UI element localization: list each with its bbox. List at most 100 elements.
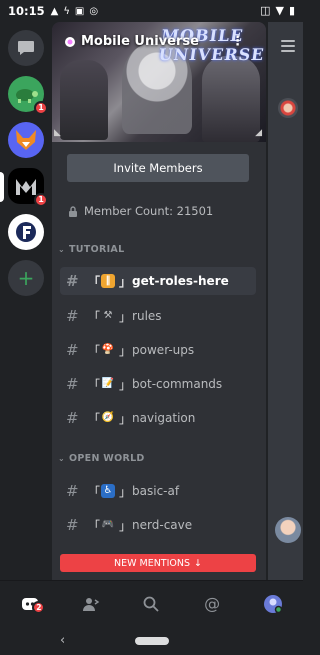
bracket-close: 」 [119, 343, 132, 358]
category-label: OPEN WORLD [69, 453, 145, 464]
hash-icon: # [66, 516, 79, 534]
server-badge: 1 [34, 101, 48, 115]
server-menu-icon[interactable]: ⋮ [231, 34, 244, 49]
bracket-open: 「 [88, 411, 101, 426]
channel-nerd-cave[interactable]: # 「 🎮 」 nerd-cave [60, 511, 256, 539]
hash-icon: # [66, 307, 79, 325]
selected-server-pill [0, 172, 4, 202]
channel-panel: MOBILE UNIVERSE Mobile Universe ⋮ ◣ ◢ In… [52, 22, 266, 580]
bottom-navigation: 2 @ [0, 580, 303, 626]
lock-icon [69, 205, 77, 217]
channel-name: get-roles-here [132, 274, 229, 288]
channel-name: rules [132, 309, 162, 323]
nav-mentions[interactable]: @ [182, 581, 243, 626]
discord-app: 10:15 ▲ ϟ ▣ ◎ ◫ ▼ ▮ 1 1 + MOBILE UNIVERS… [0, 0, 303, 655]
bracket-close: 」 [119, 309, 132, 324]
hammer-emoji-icon: ⚒ [103, 310, 113, 321]
back-icon[interactable]: ‹ [60, 633, 65, 648]
category-tutorial[interactable]: ⌄ TUTORIAL [58, 244, 124, 255]
direct-messages-button[interactable] [8, 30, 44, 66]
member-count-text: Member Count: 21501 [84, 204, 214, 218]
pause-emoji-icon: ‖ [101, 274, 116, 288]
wheelchair-emoji-icon: ♿ [101, 484, 116, 498]
wifi-icon: ▼ [275, 4, 284, 17]
bracket-close: 」 [119, 274, 132, 289]
gamepad-emoji-icon: 🎮 [101, 519, 115, 530]
hash-icon: # [66, 409, 79, 427]
banner-corner-left: ◣ [54, 128, 61, 138]
compass-emoji-icon: 🧭 [101, 412, 115, 423]
bracket-open: 「 [88, 274, 101, 289]
status-right-icons: ◫ ▼ ▮ [260, 4, 295, 17]
channel-navigation[interactable]: # 「 🧭 」 navigation [60, 404, 256, 432]
server-f[interactable] [8, 214, 44, 250]
banner-figure-right [202, 56, 260, 142]
server-fox[interactable] [8, 122, 44, 158]
channel-name: navigation [132, 411, 196, 425]
bracket-close: 」 [119, 518, 132, 533]
vibrate-icon: ◫ [260, 4, 271, 17]
bracket-open: 「 [88, 309, 101, 324]
hash-icon: # [66, 482, 79, 500]
add-server-button[interactable]: + [8, 260, 44, 296]
fox-icon [16, 130, 36, 150]
server-rail: 1 1 + [0, 22, 52, 580]
at-icon: @ [204, 594, 221, 613]
channel-name: bot-commands [132, 377, 223, 391]
status-time: 10:15 [8, 4, 45, 18]
bracket-open: 「 [88, 484, 101, 499]
chat-icon [18, 41, 34, 55]
sync-icon: ◎ [89, 5, 99, 17]
server-mobile-universe[interactable]: 1 [8, 168, 48, 207]
server-badge: 1 [34, 193, 48, 207]
status-bar: 10:15 ▲ ϟ ▣ ◎ ◫ ▼ ▮ [0, 0, 303, 22]
category-open-world[interactable]: ⌄ OPEN WORLD [58, 453, 145, 464]
turtle-icon [16, 89, 38, 103]
bracket-open: 「 [88, 343, 101, 358]
home-badge: 2 [32, 601, 46, 614]
hash-icon: # [66, 272, 79, 290]
message-avatar[interactable] [275, 517, 301, 543]
channel-name: nerd-cave [132, 518, 193, 532]
new-mentions-button[interactable]: NEW MENTIONS ↓ [60, 554, 256, 572]
banner-figure-left [60, 60, 108, 140]
search-icon [144, 596, 160, 612]
hash-icon: # [66, 375, 79, 393]
bracket-close: 」 [119, 484, 132, 499]
friends-icon [82, 597, 100, 611]
chat-area-edge [268, 22, 303, 580]
server-turtle[interactable]: 1 [8, 76, 48, 115]
bracket-close: 」 [119, 377, 132, 392]
member-count: Member Count: 21501 [68, 204, 213, 218]
memo-emoji-icon: 📝 [101, 378, 115, 389]
banner-corner-right: ◢ [255, 128, 262, 138]
server-banner[interactable]: MOBILE UNIVERSE Mobile Universe ⋮ ◣ ◢ [52, 22, 266, 142]
channel-power-ups[interactable]: # 「 🍄 」 power-ups [60, 336, 256, 364]
new-mentions-label: NEW MENTIONS [113, 557, 191, 569]
home-gesture-pill[interactable] [135, 637, 169, 645]
message-avatar[interactable] [278, 98, 298, 118]
category-label: TUTORIAL [69, 244, 125, 255]
channel-bot-commands[interactable]: # 「 📝 」 bot-commands [60, 370, 256, 398]
nav-home[interactable]: 2 [0, 581, 61, 626]
invite-members-button[interactable]: Invite Members [67, 154, 249, 182]
nav-friends[interactable] [61, 581, 122, 626]
nav-profile[interactable] [242, 581, 303, 626]
hamburger-icon[interactable] [281, 40, 295, 55]
channel-get-roles-here[interactable]: # 「 ‖ 」 get-roles-here [60, 267, 256, 295]
nav-search[interactable] [121, 581, 182, 626]
battery-icon: ▮ [288, 4, 295, 17]
plus-icon: + [17, 266, 35, 290]
bracket-open: 「 [88, 518, 101, 533]
gallery-icon: ▣ [74, 5, 85, 17]
arrow-down-icon: ↓ [194, 557, 202, 569]
hash-icon: # [66, 341, 79, 359]
system-navigation-bar: ‹ [0, 626, 303, 655]
channel-rules[interactable]: # 「 ⚒ 」 rules [60, 302, 256, 330]
signal-icon: ▲ [50, 5, 59, 17]
channel-name: basic-af [132, 484, 180, 498]
channel-basic-af[interactable]: # 「 ♿ 」 basic-af [60, 477, 256, 505]
server-title-row: Mobile Universe [64, 34, 199, 49]
f-logo-icon [16, 222, 36, 242]
mushroom-emoji-icon: 🍄 [101, 344, 115, 355]
